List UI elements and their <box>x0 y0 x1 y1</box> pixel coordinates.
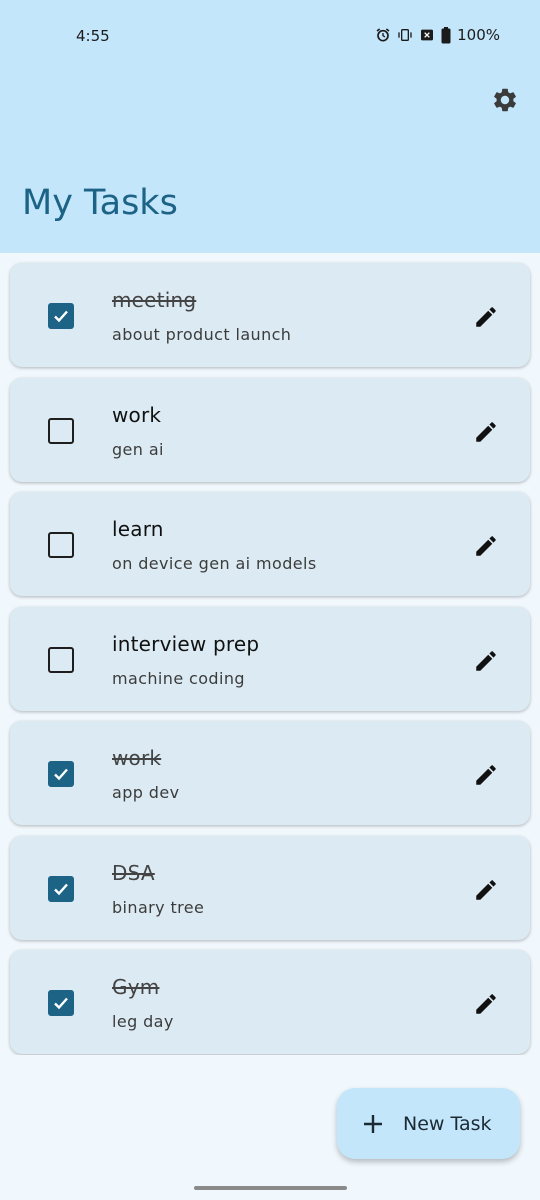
home-indicator[interactable] <box>194 1186 347 1190</box>
task-title: Gym <box>112 975 160 999</box>
checkmark-icon <box>54 768 68 781</box>
task-title: work <box>112 402 162 427</box>
task-description: about product launch <box>112 325 292 344</box>
task-description: machine coding <box>112 668 245 688</box>
alarm-icon <box>375 27 391 43</box>
task-title: work <box>112 746 162 770</box>
task-checkbox[interactable] <box>48 303 74 329</box>
task-card[interactable]: learn on device gen ai models <box>10 492 530 596</box>
task-checkbox[interactable] <box>48 761 74 787</box>
task-card[interactable]: DSA binary tree <box>10 835 530 940</box>
edit-task-button[interactable] <box>472 647 500 675</box>
pencil-icon <box>476 421 496 442</box>
edit-task-button[interactable] <box>472 761 500 789</box>
task-card[interactable]: meeting about product launch <box>10 263 530 367</box>
task-card[interactable]: Gym leg day <box>10 950 530 1054</box>
task-card[interactable]: work app dev <box>10 721 530 825</box>
task-title: learn <box>112 517 164 541</box>
checkmark-icon <box>54 883 68 895</box>
checkmark-icon <box>54 310 68 323</box>
edit-task-button[interactable] <box>472 418 500 446</box>
checkmark-icon <box>54 997 68 1010</box>
page-title: My Tasks <box>22 183 178 223</box>
pencil-icon <box>476 650 496 671</box>
edit-task-button[interactable] <box>472 532 500 560</box>
task-checkbox[interactable] <box>48 990 74 1016</box>
edit-task-button[interactable] <box>472 990 500 1018</box>
task-title: interview prep <box>112 631 260 656</box>
status-icons: 100% <box>375 26 500 44</box>
battery-percent: 100% <box>457 26 500 44</box>
task-checkbox[interactable] <box>48 646 74 673</box>
task-list: meeting about product launch work gen ai lea… <box>0 253 540 1055</box>
pencil-icon <box>476 765 496 785</box>
edit-task-button[interactable] <box>472 876 500 904</box>
task-card[interactable]: interview prep machine coding <box>10 606 530 711</box>
task-description: gen ai <box>112 439 164 459</box>
task-checkbox[interactable] <box>48 417 74 444</box>
battery-icon <box>441 26 451 44</box>
gear-icon <box>491 86 519 118</box>
pencil-icon <box>476 307 496 327</box>
task-title: DSA <box>112 860 155 885</box>
new-task-label: New Task <box>403 1112 492 1135</box>
task-card[interactable]: work gen ai <box>10 377 530 482</box>
vibrate-icon <box>397 27 413 43</box>
edit-task-button[interactable] <box>472 303 500 331</box>
task-checkbox[interactable] <box>48 875 74 902</box>
task-description: binary tree <box>112 897 205 917</box>
task-title: meeting <box>112 288 197 312</box>
pencil-icon <box>476 536 496 556</box>
settings-button[interactable] <box>490 87 520 117</box>
task-description: on device gen ai models <box>112 554 317 573</box>
pencil-icon <box>476 994 496 1014</box>
app-header: 4:55 100% My Tasks <box>0 0 540 253</box>
pencil-icon <box>476 879 496 900</box>
plus-icon <box>361 1112 385 1136</box>
task-description: leg day <box>112 1012 174 1031</box>
task-checkbox[interactable] <box>48 532 74 558</box>
task-description: app dev <box>112 783 180 802</box>
new-task-button[interactable]: New Task <box>337 1088 520 1159</box>
status-time: 4:55 <box>76 27 110 45</box>
no-sim-icon <box>419 27 435 43</box>
